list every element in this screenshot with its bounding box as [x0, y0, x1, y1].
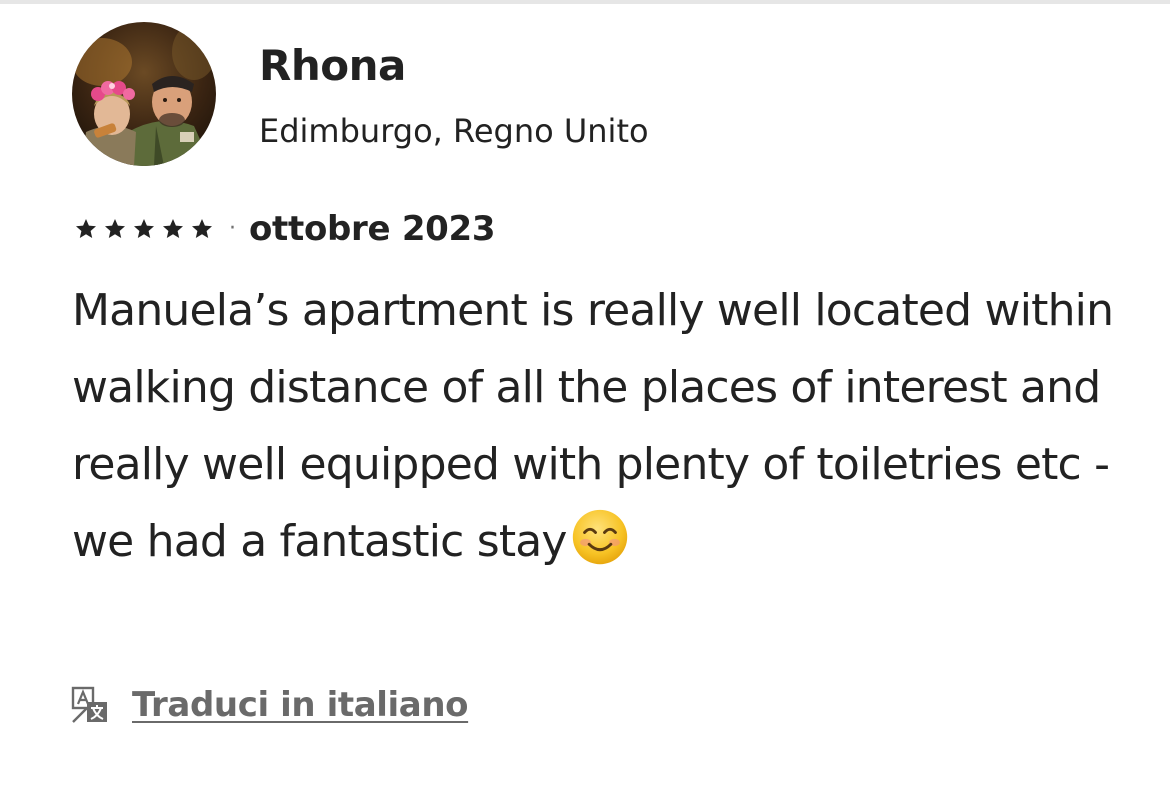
reviewer-name[interactable]: Rhona [259, 40, 406, 92]
star-icon [76, 219, 96, 238]
smiling-face-emoji-icon [572, 509, 627, 565]
star-icon [192, 219, 212, 238]
star-icon [105, 219, 125, 238]
star-rating [72, 217, 216, 241]
star-icon [134, 219, 154, 238]
review-meta: · ottobre 2023 [72, 206, 496, 252]
translate-row: Traduci in italiano [70, 682, 469, 728]
translate-icon[interactable] [70, 685, 110, 725]
translate-link[interactable]: Traduci in italiano [132, 685, 469, 725]
review-date: ottobre 2023 [249, 209, 496, 249]
top-divider [0, 0, 1170, 4]
reviewer-location: Edimburgo, Regno Unito [259, 112, 649, 150]
meta-separator: · [229, 216, 236, 241]
review-text: Manuela’s apartment is really well locat… [72, 272, 1132, 580]
avatar[interactable] [72, 22, 216, 166]
star-icon [163, 219, 183, 238]
